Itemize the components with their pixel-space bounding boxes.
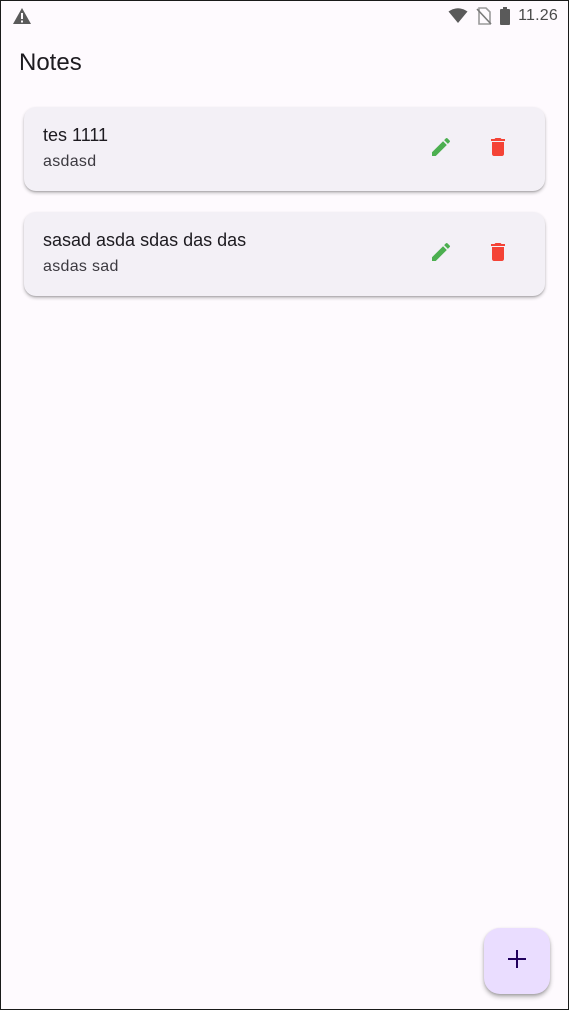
edit-note-button[interactable]	[421, 234, 461, 274]
battery-icon	[500, 7, 511, 25]
status-clock: 11.26	[518, 7, 558, 24]
no-sim-icon	[476, 7, 492, 25]
wifi-icon	[448, 8, 468, 24]
app-screen: 11.26 Notes tes 1111 asdasd sasad asda s…	[0, 0, 569, 1010]
alert-triangle-icon	[12, 7, 32, 25]
pencil-icon	[429, 135, 453, 164]
note-title: tes 1111	[43, 125, 109, 145]
trash-icon	[486, 135, 510, 164]
note-title: sasad asda sdas das das	[43, 230, 247, 250]
edit-note-button[interactable]	[421, 129, 461, 169]
note-card[interactable]: sasad asda sdas das das asdas sad	[24, 212, 545, 296]
trash-icon	[486, 240, 510, 269]
note-body: asdas sad	[43, 258, 119, 275]
note-body: asdasd	[43, 153, 97, 170]
delete-note-button[interactable]	[478, 129, 518, 169]
note-card[interactable]: tes 1111 asdasd	[24, 107, 545, 191]
add-note-button[interactable]	[484, 928, 550, 994]
plus-icon	[506, 948, 528, 975]
delete-note-button[interactable]	[478, 234, 518, 274]
page-title: Notes	[19, 49, 82, 76]
status-bar: 11.26	[1, 1, 568, 31]
pencil-icon	[429, 240, 453, 269]
